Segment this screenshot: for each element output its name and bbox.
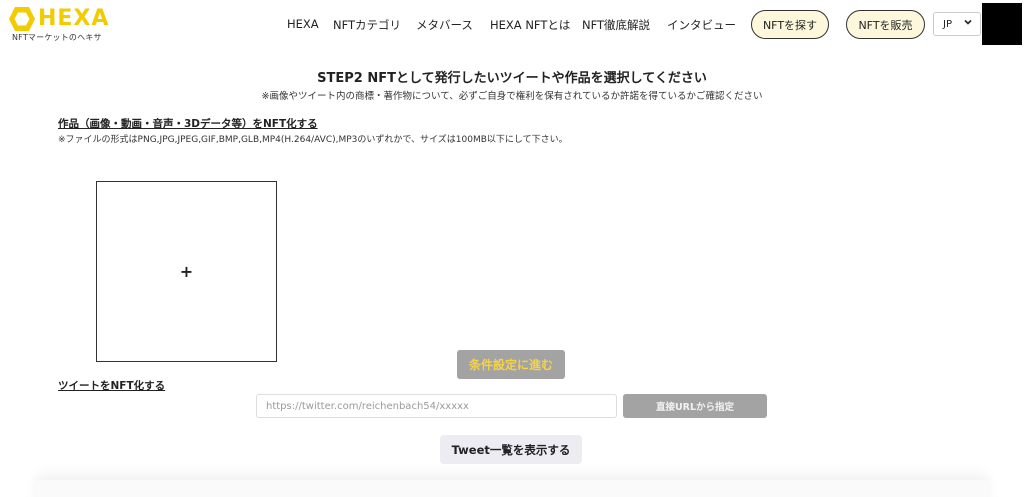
proceed-to-conditions-button[interactable]: 条件設定に進む [457, 350, 565, 379]
direct-url-button[interactable]: 直接URLから指定 [623, 394, 767, 418]
logo[interactable]: HEXA NFTマーケットのヘキサ [8, 4, 128, 44]
file-upload-area[interactable]: + [96, 181, 277, 362]
chevron-down-icon [964, 18, 972, 29]
find-nft-button[interactable]: NFTを探す [751, 10, 829, 39]
nav-link-metaverse[interactable]: メタバース [416, 17, 473, 33]
site-header: HEXA NFTマーケットのヘキサ HEXA NFTカテゴリ メタバース HEX… [0, 0, 1024, 50]
file-format-note: ※ファイルの形式はPNG,JPG,JPEG,GIF,BMP,GLB,MP4(H.… [58, 135, 568, 145]
nav-link-about-hexa-nft[interactable]: HEXA NFTとは [490, 17, 570, 33]
plus-icon: + [179, 262, 194, 281]
artwork-section-label: 作品（画像・動画・音声・3Dデータ等）をNFT化する [58, 118, 318, 130]
logo-text: HEXA [38, 6, 110, 31]
nav-link-hexa[interactable]: HEXA [287, 17, 319, 31]
tweet-section-label: ツイートをNFT化する [58, 380, 166, 392]
language-select[interactable]: JP [933, 12, 981, 36]
logo-tagline: NFTマーケットのヘキサ [12, 33, 102, 42]
hexagon-ring-icon [9, 7, 35, 31]
nav-link-interview[interactable]: インタビュー [667, 17, 736, 33]
avatar[interactable] [982, 3, 1022, 45]
tweet-url-input[interactable] [256, 394, 617, 418]
show-tweet-list-button[interactable]: Tweet一覧を表示する [440, 435, 582, 464]
page-title: STEP2 NFTとして発行したいツイートや作品を選択してください [317, 71, 707, 86]
nav-link-nft-guide[interactable]: NFT徹底解説 [582, 17, 650, 33]
rights-notice: ※画像やツイート内の商標・著作物について、必ずご自身で権利を保有されているか許諾… [261, 91, 763, 102]
nav-link-nft-category[interactable]: NFTカテゴリ [333, 17, 401, 33]
sell-nft-button[interactable]: NFTを販売 [846, 10, 925, 39]
footer-panel-edge [36, 480, 988, 497]
language-value: JP [943, 18, 952, 30]
